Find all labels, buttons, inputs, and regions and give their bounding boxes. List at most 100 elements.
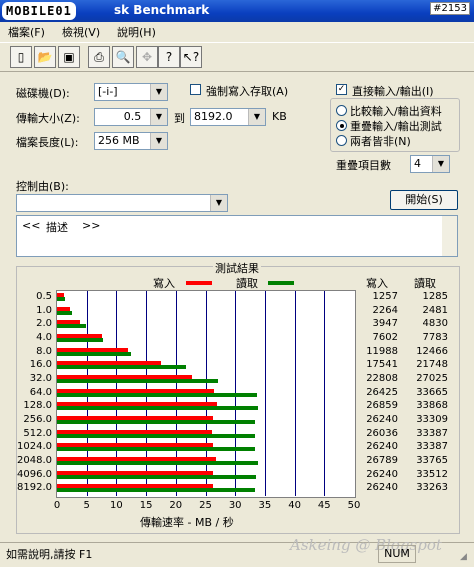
write-value: 22808 xyxy=(366,372,398,384)
read-value: 33387 xyxy=(416,427,448,439)
corner-badge: #2153 xyxy=(430,2,470,15)
resize-grip-icon[interactable]: ◢ xyxy=(460,552,467,562)
read-bar xyxy=(57,406,259,411)
menu-help[interactable]: 說明(H) xyxy=(117,24,156,40)
x-tick-label: 25 xyxy=(199,500,212,511)
radio-overlap[interactable] xyxy=(336,120,347,131)
file-length-select[interactable]: 256 MB ▼ xyxy=(94,132,168,150)
chevron-down-icon[interactable]: ▼ xyxy=(150,109,167,125)
y-tick-label: 1.0 xyxy=(36,304,52,316)
transfer-from-select[interactable]: 0.5 ▼ xyxy=(94,108,168,126)
write-value: 7602 xyxy=(372,331,398,343)
read-legend-label: 讀取 xyxy=(236,277,258,290)
chevron-down-icon[interactable]: ▼ xyxy=(210,195,227,211)
window-title: sk Benchmark xyxy=(114,3,210,17)
read-bar xyxy=(57,474,257,479)
radio-neither[interactable] xyxy=(336,135,347,146)
chevron-down-icon[interactable]: ▼ xyxy=(432,156,449,172)
write-value: 2264 xyxy=(372,304,398,316)
write-value: 26036 xyxy=(366,427,398,439)
drive-select[interactable]: [-i-] ▼ xyxy=(94,83,168,101)
write-column-header: 寫入 xyxy=(366,277,388,290)
y-tick-label: 64.0 xyxy=(29,386,52,398)
print-preview-icon[interactable]: 🔍 xyxy=(112,46,134,68)
read-bar xyxy=(57,392,257,397)
num-lock-indicator: NUM xyxy=(378,545,416,563)
start-button[interactable]: 開始(S) xyxy=(390,190,458,210)
y-tick-label: 8192.0 xyxy=(17,482,52,494)
write-value: 26859 xyxy=(366,400,398,412)
read-value: 33263 xyxy=(416,482,448,494)
gridline xyxy=(294,291,296,496)
control-by-select[interactable]: ▼ xyxy=(16,194,228,212)
x-tick-label: 0 xyxy=(53,500,61,511)
x-axis-label: 傳輸速率 - MB / 秒 xyxy=(140,516,234,529)
x-tick-label: 40 xyxy=(288,500,301,511)
open-icon[interactable]: 📂 xyxy=(34,46,56,68)
save-icon[interactable]: ▣ xyxy=(58,46,80,68)
force-write-checkbox[interactable] xyxy=(190,84,201,95)
x-tick-label: 35 xyxy=(258,500,272,511)
file-length-value: 256 MB xyxy=(98,134,140,147)
to-label: 到 xyxy=(174,112,185,125)
write-legend-swatch xyxy=(186,281,212,285)
radio-compare[interactable] xyxy=(336,105,347,116)
chevron-down-icon[interactable]: ▼ xyxy=(248,109,265,125)
write-value: 3947 xyxy=(372,318,398,330)
write-value: 26240 xyxy=(366,482,398,494)
x-tick-label: 30 xyxy=(228,500,242,511)
read-bar xyxy=(57,379,218,383)
read-value: 7783 xyxy=(422,331,448,343)
write-value: 26425 xyxy=(366,386,398,398)
read-value: 33868 xyxy=(416,400,448,412)
read-column-header: 讀取 xyxy=(414,277,436,290)
transfer-to-select[interactable]: 8192.0 ▼ xyxy=(190,108,266,126)
drive-label: 磁碟機(D): xyxy=(16,87,70,100)
write-value: 26240 xyxy=(366,441,398,453)
watermark-text: Askeing @ Blogspot xyxy=(290,536,442,554)
read-value: 21748 xyxy=(416,359,448,371)
control-by-label: 控制由(B): xyxy=(16,180,69,193)
desc-open-marker: << xyxy=(22,219,41,232)
gridline xyxy=(324,291,326,496)
y-tick-label: 16.0 xyxy=(29,359,52,371)
queue-depth-label: 重疊項目數 xyxy=(336,159,391,172)
menu-view[interactable]: 檢視(V) xyxy=(62,24,100,40)
gridline xyxy=(264,291,266,496)
read-bar xyxy=(57,488,255,493)
read-value: 27025 xyxy=(416,372,448,384)
direct-io-label: 直接輸入/輸出(I) xyxy=(352,85,434,98)
read-value: 33665 xyxy=(416,386,448,398)
chevron-down-icon[interactable]: ▼ xyxy=(150,84,167,100)
y-tick-label: 8.0 xyxy=(36,345,52,357)
y-tick-label: 1024.0 xyxy=(17,441,52,453)
new-icon[interactable]: ▯ xyxy=(10,46,32,68)
read-bar xyxy=(57,433,256,438)
context-help-icon[interactable]: ↖? xyxy=(180,46,202,68)
read-value: 4830 xyxy=(422,318,448,330)
read-bar xyxy=(57,365,187,370)
desc-close-marker: >> xyxy=(82,219,101,232)
help-icon[interactable]: ? xyxy=(158,46,180,68)
move-icon[interactable]: ✥ xyxy=(136,46,158,68)
write-value: 26789 xyxy=(366,454,398,466)
x-tick-label: 10 xyxy=(110,500,123,511)
menu-file[interactable]: 檔案(F) xyxy=(8,24,45,40)
y-tick-label: 4096.0 xyxy=(17,468,52,480)
description-scrollbar[interactable] xyxy=(442,216,457,256)
print-icon[interactable]: ⎙ xyxy=(88,46,110,68)
y-tick-label: 256.0 xyxy=(23,413,52,425)
queue-depth-select[interactable]: 4 ▼ xyxy=(410,155,450,173)
read-value: 2481 xyxy=(422,304,448,316)
status-help-text: 如需說明,請按 F1 xyxy=(6,548,93,561)
read-value: 33387 xyxy=(416,441,448,453)
y-tick-label: 0.5 xyxy=(36,290,52,302)
force-write-label: 強制寫入存取(A) xyxy=(206,85,289,98)
direct-io-checkbox[interactable]: ✓ xyxy=(336,84,347,95)
write-value: 11988 xyxy=(366,345,398,357)
read-bar xyxy=(57,310,72,315)
write-value: 1257 xyxy=(372,290,398,302)
chevron-down-icon[interactable]: ▼ xyxy=(150,133,167,149)
read-value: 33309 xyxy=(416,413,448,425)
transfer-to-value: 8192.0 xyxy=(194,110,233,123)
